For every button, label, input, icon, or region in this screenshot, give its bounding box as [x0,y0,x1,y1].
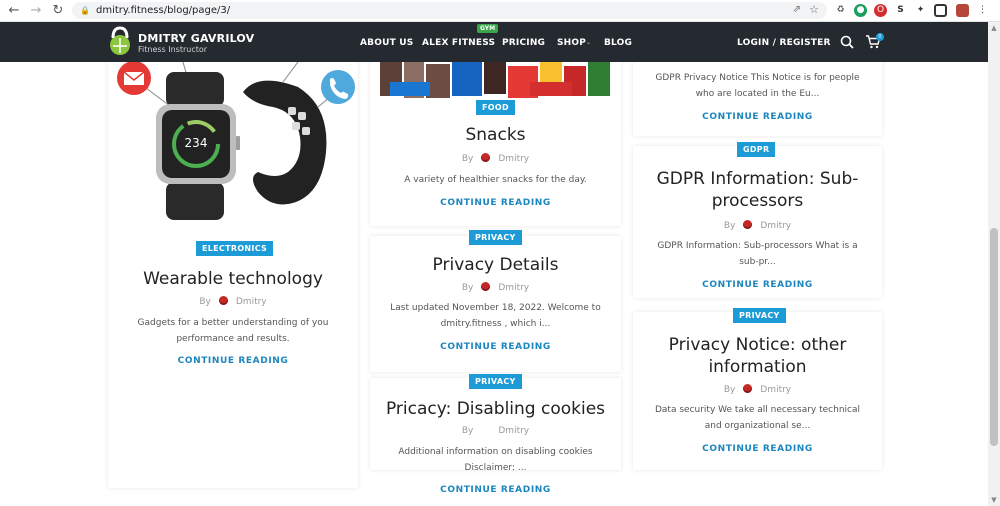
profile-avatar-icon[interactable] [956,4,969,17]
post-title[interactable]: Snacks [370,124,621,146]
login-register-link[interactable]: LOGIN / REGISTER [737,38,831,48]
post-meta: By Dmitry [633,384,882,395]
continue-reading-link[interactable]: CONTINUE READING [370,485,621,495]
post-excerpt: GDPR Privacy Notice This Notice is for p… [655,73,860,99]
post-card-gdpr-subprocessors: GDPR GDPR Information: Sub-processors By… [633,142,882,298]
continue-reading-link[interactable]: CONTINUE READING [633,444,882,454]
category-tag-privacy[interactable]: PRIVACY [733,308,786,323]
blog-grid: 234 ELECTRONICS Wearable technology By Dm… [0,62,988,506]
chevron-down-icon: ⌄ [586,39,592,46]
by-label: By [723,221,736,231]
post-excerpt: Gadgets for a better understanding of yo… [137,318,329,344]
extension-opera-icon[interactable]: O [874,4,887,17]
back-icon[interactable]: ← [6,3,22,19]
post-excerpt: GDPR Information: Sub-processors What is… [657,241,858,267]
by-label: By [461,154,474,164]
author-avatar [743,220,753,229]
share-icon[interactable]: ⇗ [793,4,801,15]
post-title[interactable]: Privacy Details [370,254,621,276]
extension-recycle-icon[interactable]: ♻ [834,4,847,17]
author-avatar [481,153,491,162]
forward-icon[interactable]: → [28,3,44,19]
post-meta: By Dmitry [633,220,882,231]
author-avatar [218,296,228,305]
reload-icon[interactable]: ↻ [50,3,66,19]
post-excerpt: Last updated November 18, 2022. Welcome … [390,303,601,329]
continue-reading-link[interactable]: CONTINUE READING [108,356,358,366]
post-title[interactable]: Wearable technology [108,268,358,290]
author-name[interactable]: Dmitry [760,221,791,231]
post-card-snacks: FOOD Snacks By Dmitry A variety of health… [370,62,621,226]
browser-toolbar: ← → ↻ 🔒 dmitry.fitness/blog/page/3/ ⇗ ☆ … [0,0,1000,22]
author-name[interactable]: Dmitry [498,283,529,293]
post-card-privacy-other: PRIVACY Privacy Notice: other informatio… [633,308,882,470]
smartwatch-image[interactable]: 234 [108,62,358,222]
logo-kettlebell-icon[interactable] [108,26,132,56]
by-label: By [723,385,736,395]
post-title[interactable]: Privacy Notice: other information [633,334,882,378]
site-header: DMITRY GAVRILOV Fitness Instructor GYM A… [0,22,988,62]
author-name[interactable]: Dmitry [760,385,791,395]
author-avatar [481,282,491,291]
menu-item-blog[interactable]: BLOG [604,38,632,48]
browser-menu-icon[interactable]: ⋮ [976,4,989,17]
post-meta: By Dmitry [370,426,621,436]
post-card-wearable: 234 ELECTRONICS Wearable technology By Dm… [108,62,358,488]
menu-item-pricing[interactable]: PRICING [502,38,545,48]
post-excerpt: A variety of healthier snacks for the da… [404,175,587,185]
post-meta: By Dmitry [370,282,621,293]
brand-tagline: Fitness Instructor [138,45,208,54]
extension-s-icon[interactable]: S [894,4,907,17]
category-tag-privacy[interactable]: PRIVACY [469,230,522,245]
category-tag-electronics[interactable]: ELECTRONICS [196,241,274,256]
post-meta: By Dmitry [108,296,358,307]
post-title[interactable]: Pricacy: Disabling cookies [370,398,621,420]
author-avatar [743,384,753,393]
lock-icon[interactable]: 🔒 [80,6,90,15]
continue-reading-link[interactable]: CONTINUE READING [370,342,621,352]
category-tag-food[interactable]: FOOD [476,100,515,115]
author-name[interactable]: Dmitry [498,426,529,436]
author-name[interactable]: Dmitry [498,154,529,164]
sidebar-toggle-icon[interactable] [934,4,947,17]
extensions-puzzle-icon[interactable]: ✦ [914,4,927,17]
post-excerpt: Additional information on disabling cook… [398,447,593,473]
cart-count-badge: 0 [876,33,884,41]
gym-badge: GYM [477,24,499,33]
menu-item-alex-fitness[interactable]: ALEX FITNESS [422,38,495,48]
search-icon[interactable] [840,35,854,49]
post-card-gdpr-notice: GDPR Privacy Notice This Notice is for p… [633,62,882,136]
by-label: By [461,426,474,436]
url-text[interactable]: dmitry.fitness/blog/page/3/ [96,5,230,16]
by-label: By [199,297,211,307]
by-label: By [461,283,474,293]
continue-reading-link[interactable]: CONTINUE READING [370,198,621,208]
post-excerpt: Data security We take all necessary tech… [654,405,861,431]
post-title[interactable]: GDPR Information: Sub-processors [633,168,882,212]
post-card-disabling-cookies: PRIVACY Pricacy: Disabling cookies By Dmi… [370,374,621,473]
category-tag-privacy[interactable]: PRIVACY [469,374,522,389]
menu-item-about-us[interactable]: ABOUT US [360,38,413,48]
continue-reading-link[interactable]: CONTINUE READING [633,280,882,290]
scrollbar-thumb[interactable] [990,228,998,446]
scroll-up-arrow-icon[interactable]: ▲ [990,24,998,32]
extension-green-icon[interactable]: ● [854,4,867,17]
post-card-privacy-details: PRIVACY Privacy Details By Dmitry Last up… [370,230,621,372]
author-name[interactable]: Dmitry [236,297,267,307]
address-bar[interactable]: 🔒 dmitry.fitness/blog/page/3/ ⇗ ☆ [72,2,827,19]
continue-reading-link[interactable]: CONTINUE READING [633,112,882,122]
post-meta: By Dmitry [370,153,621,164]
category-tag-gdpr[interactable]: GDPR [737,142,776,157]
menu-item-shop[interactable]: SHOP [557,38,586,48]
watch-readout: 234 [185,136,208,150]
bookmark-star-icon[interactable]: ☆ [809,3,819,16]
brand-name[interactable]: DMITRY GAVRILOV [138,32,254,45]
scroll-down-arrow-icon[interactable]: ▼ [990,496,998,504]
